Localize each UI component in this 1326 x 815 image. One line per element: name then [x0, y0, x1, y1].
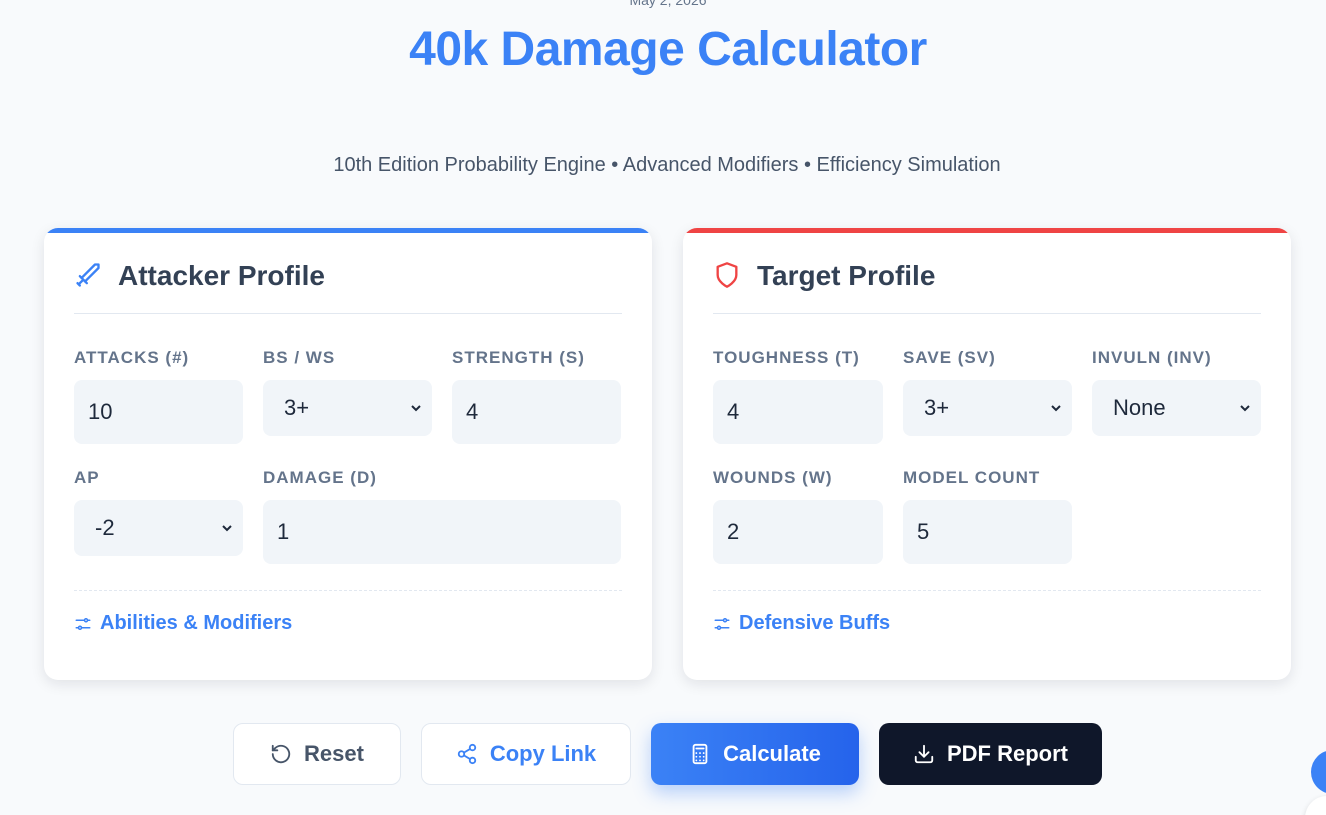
copy-link-label: Copy Link	[489, 741, 597, 766]
save-value: 3+	[924, 395, 950, 420]
damage-field: DAMAGE (D) 1	[263, 468, 621, 564]
download-icon	[914, 744, 934, 764]
save-label: SAVE (SV)	[903, 348, 996, 367]
toughness-input[interactable]: 4	[713, 380, 883, 444]
invuln-field: INVULN (INV) None	[1092, 348, 1261, 436]
invuln-value: None	[1113, 395, 1166, 420]
calculator-icon	[692, 743, 708, 765]
target-accent-bar	[683, 228, 1291, 233]
attacker-title: Attacker Profile	[118, 260, 325, 291]
sliders-icon	[714, 617, 730, 630]
invuln-label: INVULN (INV)	[1092, 348, 1212, 367]
defensive-buffs-label: Defensive Buffs	[739, 612, 891, 634]
model-count-label: MODEL COUNT	[903, 468, 1041, 487]
floating-help-button[interactable]	[1311, 750, 1326, 794]
save-select[interactable]: 3+	[903, 380, 1072, 436]
floating-secondary-button[interactable]	[1305, 796, 1326, 815]
wounds-field: WOUNDS (W) 2	[713, 468, 883, 564]
bs-ws-field: BS / WS 3+	[263, 348, 432, 436]
copy-link-button[interactable]: Copy Link	[421, 723, 631, 785]
pdf-report-button[interactable]: PDF Report	[879, 723, 1102, 785]
defensive-buffs-link[interactable]: Defensive Buffs	[713, 612, 890, 635]
attacks-label: ATTACKS (#)	[74, 348, 190, 367]
strength-field: STRENGTH (S) 4	[452, 348, 621, 444]
sliders-icon	[75, 617, 91, 630]
attacker-card-header: Attacker Profile	[74, 258, 622, 314]
attacker-profile-card: Attacker Profile ATTACKS (#) 10 BS / WS …	[44, 228, 652, 680]
ap-field: AP -2	[74, 468, 243, 556]
wounds-label: WOUNDS (W)	[713, 468, 833, 487]
attacker-divider	[74, 590, 622, 591]
damage-input[interactable]: 1	[263, 500, 621, 564]
page-title: 40k Damage Calculator	[409, 23, 927, 76]
attacker-accent-bar	[44, 228, 652, 233]
page-subtitle: 10th Edition Probability Engine • Advanc…	[333, 154, 1001, 176]
bs-ws-select[interactable]: 3+	[263, 380, 432, 436]
share-icon	[457, 743, 476, 765]
target-title: Target Profile	[757, 260, 936, 291]
reset-button[interactable]: Reset	[233, 723, 401, 785]
model-count-input[interactable]: 5	[903, 500, 1072, 564]
target-profile-card: Target Profile TOUGHNESS (T) 4 SAVE (SV)…	[683, 228, 1291, 680]
rotate-ccw-icon	[271, 744, 291, 764]
reset-label: Reset	[304, 741, 364, 766]
abilities-modifiers-link[interactable]: Abilities & Modifiers	[74, 612, 292, 635]
chevron-down-icon	[411, 405, 421, 412]
page-date: May 2, 2026	[629, 0, 707, 8]
pdf-report-label: PDF Report	[947, 741, 1068, 766]
attacks-input[interactable]: 10	[74, 380, 243, 444]
calculate-label: Calculate	[723, 741, 821, 766]
bs-ws-value: 3+	[284, 395, 310, 420]
wounds-input[interactable]: 2	[713, 500, 883, 564]
sword-icon	[76, 263, 100, 287]
ap-label: AP	[74, 468, 100, 487]
chevron-down-icon	[1240, 405, 1250, 412]
target-card-header: Target Profile	[713, 258, 1261, 314]
strength-input[interactable]: 4	[452, 380, 621, 444]
bs-ws-label: BS / WS	[263, 348, 336, 367]
strength-label: STRENGTH (S)	[452, 348, 585, 367]
abilities-modifiers-label: Abilities & Modifiers	[100, 612, 293, 634]
ap-value: -2	[95, 515, 115, 540]
ap-select[interactable]: -2	[74, 500, 243, 556]
chevron-down-icon	[1051, 405, 1061, 412]
target-divider	[713, 590, 1261, 591]
damage-label: DAMAGE (D)	[263, 468, 377, 487]
shield-icon	[716, 262, 738, 288]
toughness-field: TOUGHNESS (T) 4	[713, 348, 883, 444]
chevron-down-icon	[222, 525, 232, 532]
model-count-field: MODEL COUNT 5	[903, 468, 1072, 564]
save-field: SAVE (SV) 3+	[903, 348, 1072, 436]
attacks-field: ATTACKS (#) 10	[74, 348, 243, 444]
invuln-select[interactable]: None	[1092, 380, 1261, 436]
toughness-label: TOUGHNESS (T)	[713, 348, 860, 367]
calculate-button[interactable]: Calculate	[651, 723, 859, 785]
